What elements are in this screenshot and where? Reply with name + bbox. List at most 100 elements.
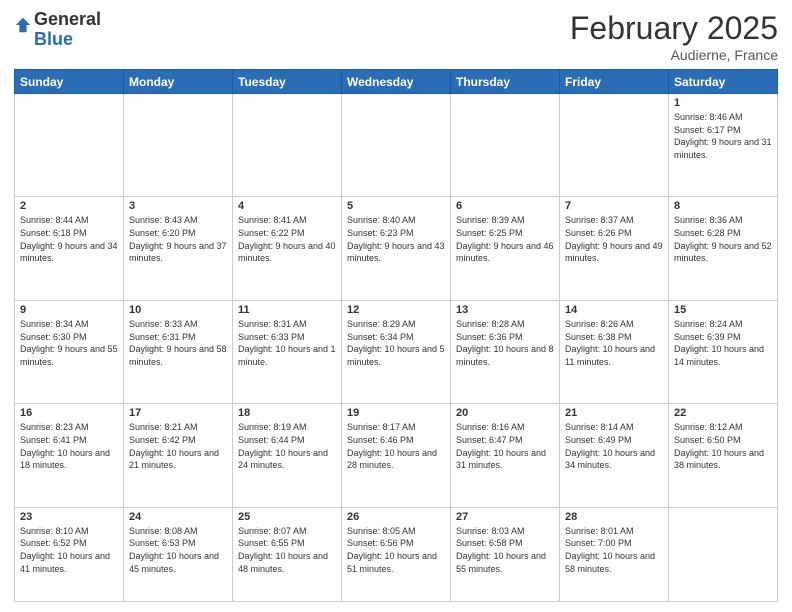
day-number: 14 xyxy=(565,304,663,316)
day-info: Sunrise: 8:08 AM Sunset: 6:53 PM Dayligh… xyxy=(129,525,227,575)
calendar-cell xyxy=(342,94,451,197)
calendar-cell: 14 Sunrise: 8:26 AM Sunset: 6:38 PM Dayli… xyxy=(560,300,669,403)
day-info: Sunrise: 8:44 AM Sunset: 6:18 PM Dayligh… xyxy=(20,214,118,264)
day-number: 16 xyxy=(20,407,118,419)
calendar-cell: 9 Sunrise: 8:34 AM Sunset: 6:30 PM Daylig… xyxy=(15,300,124,403)
day-number: 21 xyxy=(565,407,663,419)
calendar-cell: 5Sunrise: 8:40 AM Sunset: 6:23 PM Daylig… xyxy=(342,197,451,300)
calendar-cell: 24 Sunrise: 8:08 AM Sunset: 6:53 PM Dayli… xyxy=(124,507,233,601)
day-number: 28 xyxy=(565,511,663,523)
weekday-header: Monday xyxy=(124,70,233,94)
calendar-cell xyxy=(560,94,669,197)
day-number: 4 xyxy=(238,200,336,212)
day-info: Sunrise: 8:46 AM Sunset: 6:17 PM Dayligh… xyxy=(674,111,772,161)
calendar-cell: 12 Sunrise: 8:29 AM Sunset: 6:34 PM Dayli… xyxy=(342,300,451,403)
day-number: 18 xyxy=(238,407,336,419)
day-info: Sunrise: 8:41 AM Sunset: 6:22 PM Dayligh… xyxy=(238,214,336,264)
calendar-week-row: 23 Sunrise: 8:10 AM Sunset: 6:52 PM Dayli… xyxy=(15,507,778,601)
calendar-cell: 28 Sunrise: 8:01 AM Sunset: 7:00 PM Dayli… xyxy=(560,507,669,601)
day-number: 9 xyxy=(20,304,118,316)
weekday-header: Thursday xyxy=(451,70,560,94)
calendar-cell: 2 Sunrise: 8:44 AM Sunset: 6:18 PM Daylig… xyxy=(15,197,124,300)
day-info: Sunrise: 8:03 AM Sunset: 6:58 PM Dayligh… xyxy=(456,525,554,575)
calendar-cell: 13 Sunrise: 8:28 AM Sunset: 6:36 PM Dayli… xyxy=(451,300,560,403)
calendar-week-row: 1 Sunrise: 8:46 AM Sunset: 6:17 PM Daylig… xyxy=(15,94,778,197)
day-info: Sunrise: 8:26 AM Sunset: 6:38 PM Dayligh… xyxy=(565,318,663,368)
day-number: 26 xyxy=(347,511,445,523)
calendar-cell: 10 Sunrise: 8:33 AM Sunset: 6:31 PM Dayli… xyxy=(124,300,233,403)
calendar-cell: 26 Sunrise: 8:05 AM Sunset: 6:56 PM Dayli… xyxy=(342,507,451,601)
calendar-cell: 1 Sunrise: 8:46 AM Sunset: 6:17 PM Daylig… xyxy=(669,94,778,197)
weekday-header: Saturday xyxy=(669,70,778,94)
day-info: Sunrise: 8:16 AM Sunset: 6:47 PM Dayligh… xyxy=(456,421,554,471)
day-number: 3 xyxy=(129,200,227,212)
day-info: Sunrise: 8:10 AM Sunset: 6:52 PM Dayligh… xyxy=(20,525,118,575)
calendar-cell: 7 Sunrise: 8:37 AM Sunset: 6:26 PM Daylig… xyxy=(560,197,669,300)
calendar-cell xyxy=(669,507,778,601)
day-number: 1 xyxy=(674,97,772,109)
calendar-header-row: SundayMondayTuesdayWednesdayThursdayFrid… xyxy=(15,70,778,94)
weekday-header: Friday xyxy=(560,70,669,94)
calendar-cell: 20 Sunrise: 8:16 AM Sunset: 6:47 PM Dayli… xyxy=(451,404,560,507)
calendar-cell xyxy=(233,94,342,197)
day-number: 15 xyxy=(674,304,772,316)
day-number: 27 xyxy=(456,511,554,523)
day-number: 22 xyxy=(674,407,772,419)
day-info: Sunrise: 8:05 AM Sunset: 6:56 PM Dayligh… xyxy=(347,525,445,575)
day-info: Sunrise: 8:34 AM Sunset: 6:30 PM Dayligh… xyxy=(20,318,118,368)
calendar-cell: 3 Sunrise: 8:43 AM Sunset: 6:20 PM Daylig… xyxy=(124,197,233,300)
calendar-cell: 19 Sunrise: 8:17 AM Sunset: 6:46 PM Dayli… xyxy=(342,404,451,507)
calendar-cell: 6 Sunrise: 8:39 AM Sunset: 6:25 PM Daylig… xyxy=(451,197,560,300)
calendar-cell xyxy=(451,94,560,197)
header: General Blue February 2025 Audierne, Fra… xyxy=(14,10,778,63)
day-info: Sunrise: 8:40 AM Sunset: 6:23 PM Dayligh… xyxy=(347,214,445,264)
weekday-header: Tuesday xyxy=(233,70,342,94)
day-number: 20 xyxy=(456,407,554,419)
day-number: 10 xyxy=(129,304,227,316)
day-info: Sunrise: 8:14 AM Sunset: 6:49 PM Dayligh… xyxy=(565,421,663,471)
day-info: Sunrise: 8:31 AM Sunset: 6:33 PM Dayligh… xyxy=(238,318,336,368)
calendar-cell: 17 Sunrise: 8:21 AM Sunset: 6:42 PM Dayli… xyxy=(124,404,233,507)
day-info: Sunrise: 8:39 AM Sunset: 6:25 PM Dayligh… xyxy=(456,214,554,264)
day-number: 6 xyxy=(456,200,554,212)
calendar-week-row: 9 Sunrise: 8:34 AM Sunset: 6:30 PM Daylig… xyxy=(15,300,778,403)
calendar-cell xyxy=(15,94,124,197)
day-info: Sunrise: 8:19 AM Sunset: 6:44 PM Dayligh… xyxy=(238,421,336,471)
day-info: Sunrise: 8:37 AM Sunset: 6:26 PM Dayligh… xyxy=(565,214,663,264)
calendar-week-row: 2 Sunrise: 8:44 AM Sunset: 6:18 PM Daylig… xyxy=(15,197,778,300)
day-info: Sunrise: 8:21 AM Sunset: 6:42 PM Dayligh… xyxy=(129,421,227,471)
calendar-cell: 15Sunrise: 8:24 AM Sunset: 6:39 PM Dayli… xyxy=(669,300,778,403)
day-info: Sunrise: 8:43 AM Sunset: 6:20 PM Dayligh… xyxy=(129,214,227,264)
day-info: Sunrise: 8:01 AM Sunset: 7:00 PM Dayligh… xyxy=(565,525,663,575)
title-block: February 2025 Audierne, France xyxy=(570,10,778,63)
day-info: Sunrise: 8:17 AM Sunset: 6:46 PM Dayligh… xyxy=(347,421,445,471)
day-info: Sunrise: 8:33 AM Sunset: 6:31 PM Dayligh… xyxy=(129,318,227,368)
day-number: 25 xyxy=(238,511,336,523)
day-number: 24 xyxy=(129,511,227,523)
calendar-cell: 4 Sunrise: 8:41 AM Sunset: 6:22 PM Daylig… xyxy=(233,197,342,300)
day-number: 17 xyxy=(129,407,227,419)
day-info: Sunrise: 8:07 AM Sunset: 6:55 PM Dayligh… xyxy=(238,525,336,575)
day-number: 7 xyxy=(565,200,663,212)
day-info: Sunrise: 8:28 AM Sunset: 6:36 PM Dayligh… xyxy=(456,318,554,368)
calendar: SundayMondayTuesdayWednesdayThursdayFrid… xyxy=(14,69,778,602)
day-number: 2 xyxy=(20,200,118,212)
calendar-week-row: 16Sunrise: 8:23 AM Sunset: 6:41 PM Dayli… xyxy=(15,404,778,507)
day-number: 11 xyxy=(238,304,336,316)
location: Audierne, France xyxy=(570,47,778,63)
day-info: Sunrise: 8:36 AM Sunset: 6:28 PM Dayligh… xyxy=(674,214,772,264)
day-number: 12 xyxy=(347,304,445,316)
logo: General Blue xyxy=(14,10,101,50)
calendar-cell: 22Sunrise: 8:12 AM Sunset: 6:50 PM Dayli… xyxy=(669,404,778,507)
day-number: 23 xyxy=(20,511,118,523)
calendar-cell: 27 Sunrise: 8:03 AM Sunset: 6:58 PM Dayli… xyxy=(451,507,560,601)
calendar-cell: 21 Sunrise: 8:14 AM Sunset: 6:49 PM Dayli… xyxy=(560,404,669,507)
weekday-header: Wednesday xyxy=(342,70,451,94)
calendar-cell: 16Sunrise: 8:23 AM Sunset: 6:41 PM Dayli… xyxy=(15,404,124,507)
logo-icon xyxy=(14,16,32,34)
page: General Blue February 2025 Audierne, Fra… xyxy=(0,0,792,612)
calendar-cell: 25 Sunrise: 8:07 AM Sunset: 6:55 PM Dayli… xyxy=(233,507,342,601)
day-number: 19 xyxy=(347,407,445,419)
day-number: 13 xyxy=(456,304,554,316)
day-info: Sunrise: 8:29 AM Sunset: 6:34 PM Dayligh… xyxy=(347,318,445,368)
